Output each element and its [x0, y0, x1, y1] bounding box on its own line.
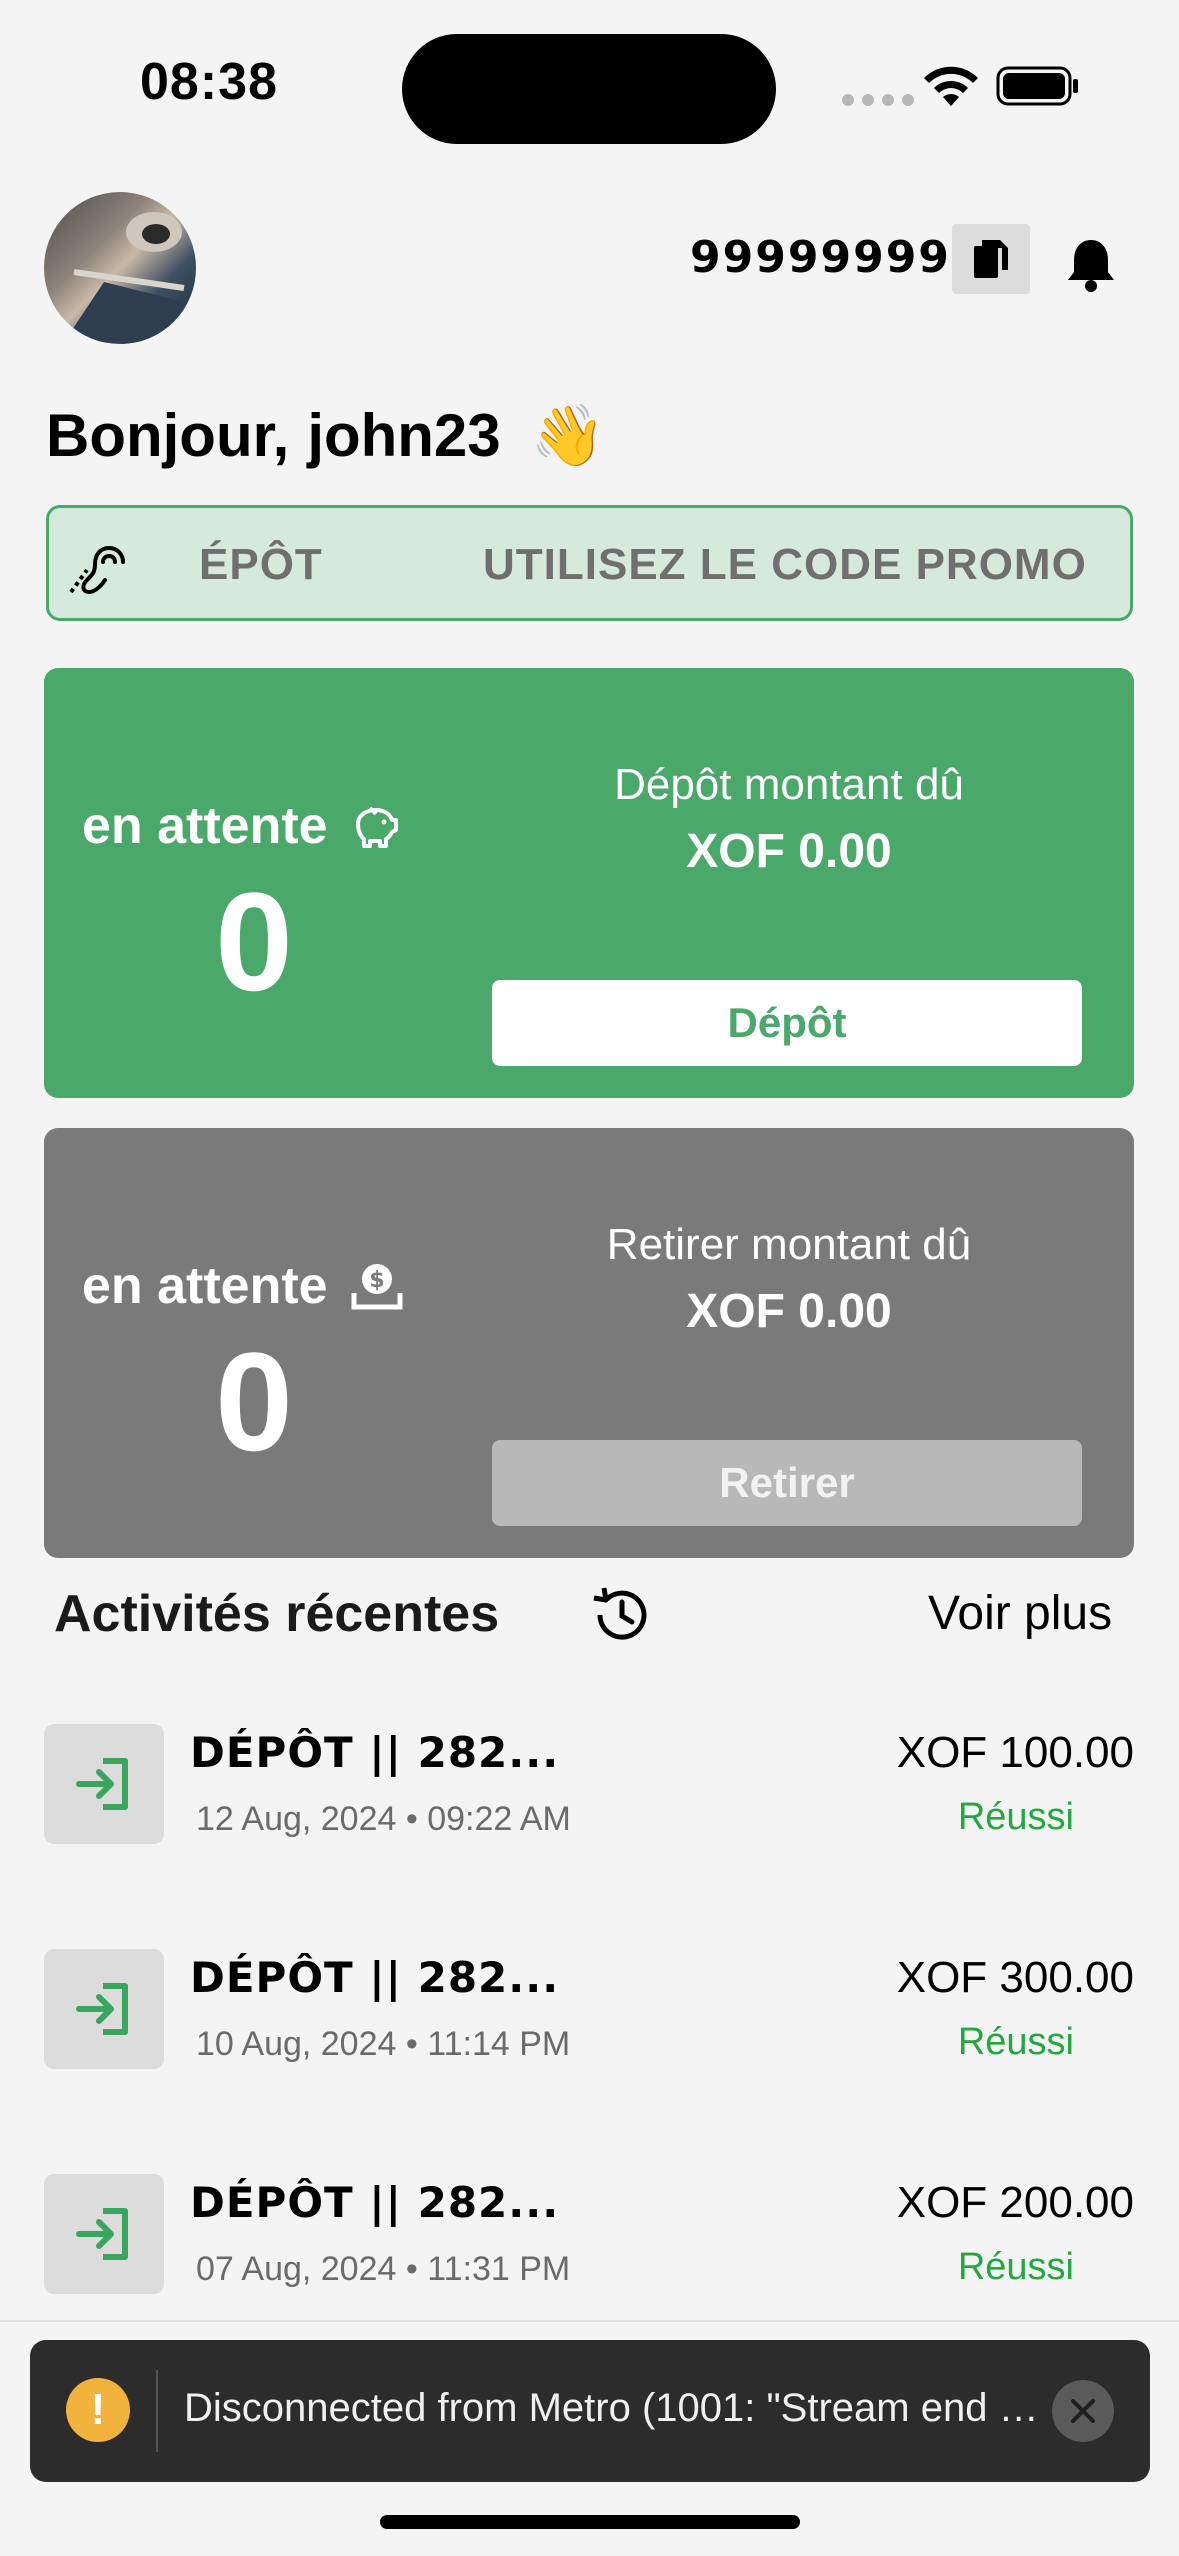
transaction-status: Réussi	[957, 2021, 1074, 2063]
transaction-name: DÉPÔT || 282...	[190, 1953, 560, 2002]
recent-activities-title: Activités récentes	[54, 1585, 500, 1643]
transaction-amount: XOF 300.00	[896, 1953, 1134, 2002]
error-toast[interactable]: ! Disconnected from Metro (1001: "Stream…	[30, 2340, 1150, 2482]
greeting-prefix: Bonjour,	[46, 402, 290, 469]
transaction-status: Réussi	[957, 1796, 1074, 1838]
deposit-login-icon	[44, 1949, 164, 2069]
withdraw-card: en attente $ 0 Retirer montant dû XOF 0.…	[44, 1128, 1134, 1558]
transaction-name: DÉPÔT || 282...	[190, 1728, 560, 1777]
deposit-login-icon	[44, 2174, 164, 2294]
home-indicator[interactable]	[380, 2515, 800, 2529]
bell-icon[interactable]	[1064, 236, 1118, 294]
toast-message: Disconnected from Metro (1001: "Stream e…	[184, 2386, 1054, 2430]
see-more-link[interactable]: Voir plus	[928, 1586, 1112, 1641]
avatar[interactable]	[44, 192, 196, 344]
history-icon[interactable]	[590, 1584, 652, 1646]
hearing-icon	[69, 545, 125, 595]
piggy-bank-icon	[355, 806, 398, 848]
withdraw-due-amount: XOF 0.00	[686, 1285, 892, 1338]
list-item[interactable]: DÉPÔT || 282... 12 Aug, 2024 • 09:22 AM …	[44, 1724, 1134, 1864]
transaction-date: 07 Aug, 2024 • 11:31 PM	[196, 2250, 571, 2288]
cellular-signal-icon	[842, 94, 914, 106]
withdraw-pending-count: 0	[215, 1323, 293, 1480]
transaction-status: Réussi	[957, 2246, 1074, 2288]
waving-hand-icon: 👋	[530, 402, 606, 469]
phone-number: 99999999	[690, 232, 951, 283]
withdraw-button[interactable]: Retirer	[492, 1440, 1082, 1526]
bottom-divider	[0, 2320, 1179, 2322]
transaction-amount: XOF 100.00	[896, 1728, 1134, 1777]
wifi-icon	[924, 66, 978, 106]
withdraw-pending-text: en attente	[82, 1257, 328, 1315]
status-time: 08:38	[140, 53, 278, 111]
deposit-due-amount: XOF 0.00	[686, 825, 892, 878]
greeting: Bonjour, john23 👋	[46, 400, 605, 471]
toast-separator	[156, 2370, 158, 2452]
withdraw-due-title: Retirer montant dû	[606, 1220, 972, 1269]
transaction-date: 12 Aug, 2024 • 09:22 AM	[196, 1800, 571, 1838]
list-item[interactable]: DÉPÔT || 282... 10 Aug, 2024 • 11:14 PM …	[44, 1949, 1134, 2089]
deposit-button[interactable]: Dépôt	[492, 980, 1082, 1066]
copy-button[interactable]	[952, 224, 1030, 294]
cash-withdraw-icon: $	[351, 1264, 403, 1310]
deposit-pending-label: en attente	[82, 796, 398, 856]
close-icon[interactable]	[1052, 2380, 1114, 2442]
dynamic-island	[402, 34, 776, 144]
svg-text:$: $	[369, 1268, 384, 1293]
deposit-pending-count: 0	[215, 863, 293, 1020]
promo-banner[interactable]: ÉPÔT UTILISEZ LE CODE PROMO	[46, 505, 1133, 621]
deposit-login-icon	[44, 1724, 164, 1844]
greeting-username: john23	[307, 402, 501, 469]
promo-text: UTILISEZ LE CODE PROMO	[483, 540, 1087, 589]
warning-icon: !	[66, 2378, 130, 2442]
transaction-name: DÉPÔT || 282...	[190, 2178, 560, 2227]
transaction-date: 10 Aug, 2024 • 11:14 PM	[196, 2025, 571, 2063]
deposit-pending-text: en attente	[82, 797, 328, 855]
deposit-card: en attente 0 Dépôt montant dû XOF 0.00 D…	[44, 668, 1134, 1098]
promo-text-fragment: ÉPÔT	[199, 540, 323, 589]
transaction-amount: XOF 200.00	[896, 2178, 1134, 2227]
battery-icon	[996, 66, 1078, 106]
deposit-due-title: Dépôt montant dû	[614, 760, 964, 809]
list-item[interactable]: DÉPÔT || 282... 07 Aug, 2024 • 11:31 PM …	[44, 2174, 1134, 2314]
withdraw-pending-label: en attente $	[82, 1256, 404, 1316]
copy-icon	[974, 240, 1008, 278]
